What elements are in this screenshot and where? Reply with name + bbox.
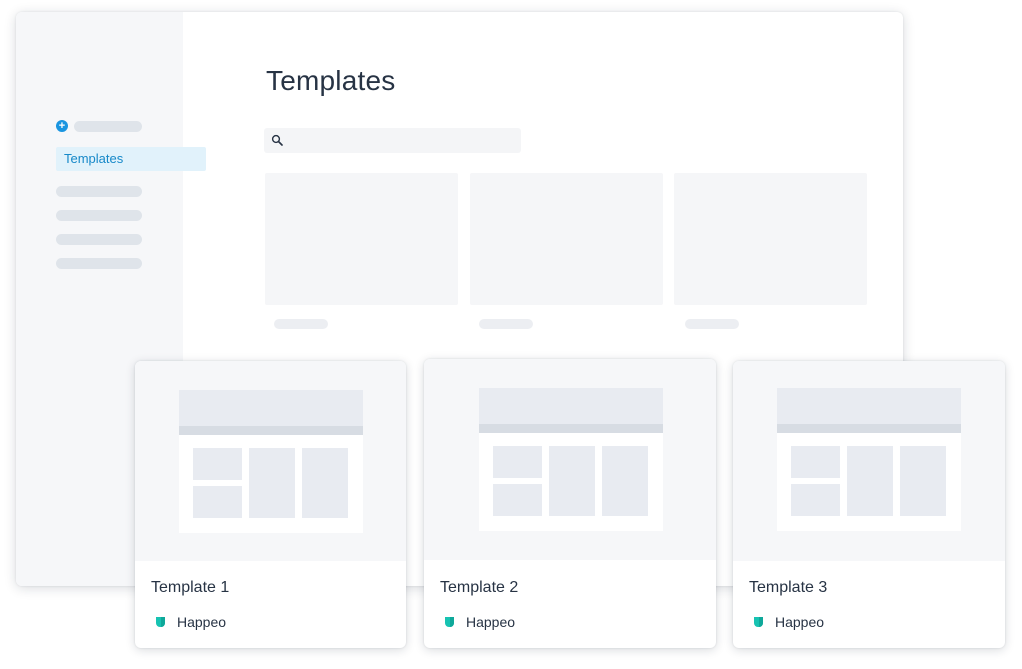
search-input[interactable]	[288, 128, 516, 153]
template-grid-caption-placeholder	[274, 319, 328, 329]
sidebar-item-templates[interactable]: Templates	[56, 147, 206, 171]
owner-name: Happeo	[177, 614, 227, 630]
template-card[interactable]: Template 3 Happeo	[733, 361, 1005, 648]
template-thumbnail	[135, 361, 406, 561]
template-thumbnail	[733, 361, 1005, 561]
template-title: Template 2	[440, 579, 519, 596]
search-icon	[271, 134, 283, 146]
template-card[interactable]: Template 2 Happeo	[424, 359, 716, 648]
search-bar[interactable]	[264, 128, 521, 153]
template-card[interactable]: Template 1 Happeo	[135, 361, 406, 648]
template-grid-card-placeholder[interactable]	[265, 173, 458, 305]
add-button[interactable]: +	[56, 120, 146, 132]
add-button-label-placeholder	[74, 121, 142, 132]
template-title: Template 3	[749, 579, 828, 596]
layout-preview	[179, 390, 363, 533]
sidebar-item-placeholder[interactable]	[56, 186, 142, 197]
template-thumbnail	[424, 359, 716, 560]
sidebar-item-placeholder[interactable]	[56, 258, 142, 269]
owner-name: Happeo	[775, 614, 825, 630]
template-grid-caption-placeholder	[685, 319, 739, 329]
happeo-logo-icon	[445, 617, 454, 627]
template-grid-card-placeholder[interactable]	[470, 173, 663, 305]
page-title: Templates	[266, 65, 396, 96]
owner-name: Happeo	[466, 614, 516, 630]
plus-icon: +	[56, 120, 68, 132]
layout-preview	[479, 388, 663, 531]
template-grid-caption-placeholder	[479, 319, 533, 329]
layout-preview	[777, 388, 961, 531]
happeo-logo-icon	[156, 617, 165, 627]
sidebar-item-placeholder[interactable]	[56, 234, 142, 245]
template-grid-card-placeholder[interactable]	[674, 173, 867, 305]
template-title: Template 1	[151, 579, 230, 596]
happeo-logo-icon	[754, 617, 763, 627]
sidebar-item-placeholder[interactable]	[56, 210, 142, 221]
